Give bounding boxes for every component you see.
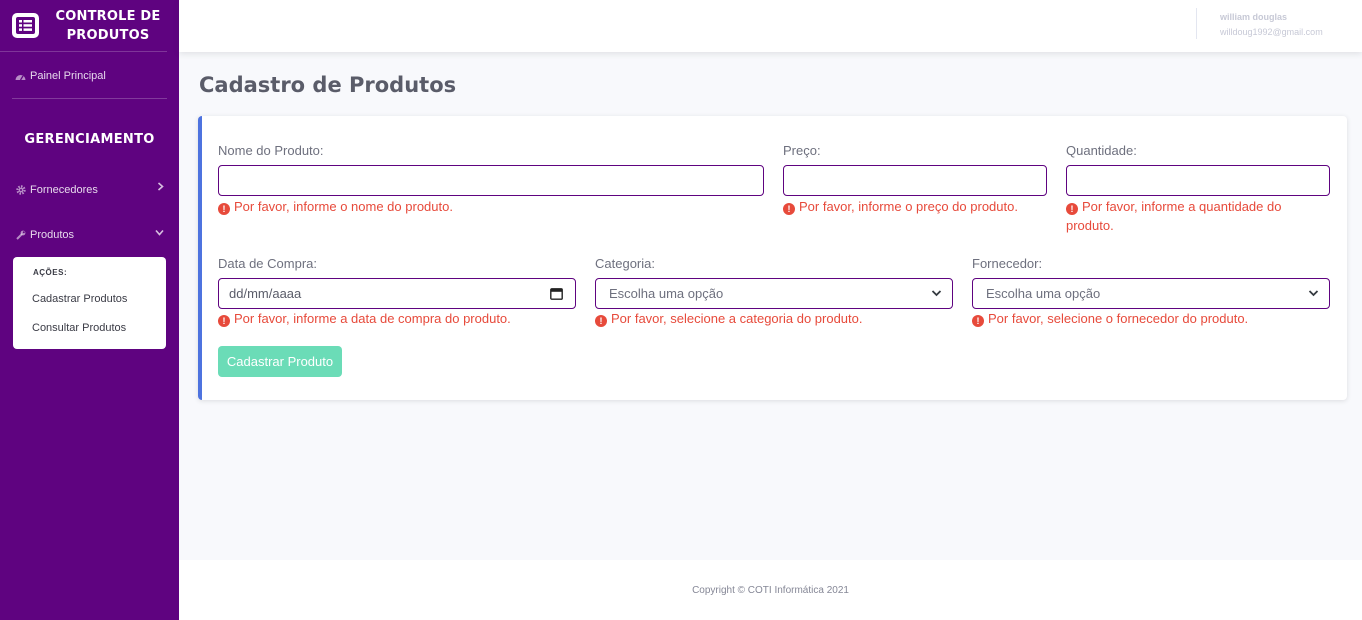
nome-error-text: Por favor, informe o nome do produto.	[234, 199, 453, 214]
preco-label: Preço:	[783, 143, 821, 158]
nome-error: ! Por favor, informe o nome do produto.	[218, 197, 453, 216]
quantidade-error-text: Por favor, informe a quantidade do produ…	[1066, 199, 1282, 233]
chevron-down-icon	[931, 286, 942, 303]
quantidade-input[interactable]	[1066, 165, 1330, 196]
sidebar-item-label: Fornecedores	[30, 184, 98, 196]
categoria-label: Categoria:	[595, 256, 655, 271]
sidebar-brand[interactable]: CONTROLE DE PRODUTOS	[0, 0, 167, 52]
nome-label: Nome do Produto:	[218, 143, 324, 158]
brand-title: CONTROLE DE PRODUTOS	[53, 7, 163, 45]
data-compra-label: Data de Compra:	[218, 256, 317, 271]
exclamation-circle-icon: !	[783, 203, 795, 215]
exclamation-circle-icon: !	[218, 315, 230, 327]
categoria-error: ! Por favor, selecione a categoria do pro…	[595, 309, 863, 328]
user-name[interactable]: william douglas	[1220, 12, 1287, 22]
sidebar-item-dashboard[interactable]: Painel Principal	[0, 70, 179, 82]
calendar-icon[interactable]	[550, 287, 563, 303]
submenu-produtos: AÇÕES: Cadastrar Produtos Consultar Prod…	[13, 257, 166, 349]
categoria-select[interactable]: Escolha uma opção	[595, 278, 953, 309]
exclamation-circle-icon: !	[595, 315, 607, 327]
submenu-heading: AÇÕES:	[33, 268, 68, 277]
cog-icon	[15, 185, 26, 196]
chevron-down-icon	[1308, 286, 1319, 303]
exclamation-circle-icon: !	[972, 315, 984, 327]
list-icon	[12, 13, 39, 38]
sidebar-item-fornecedores[interactable]: Fornecedores	[0, 182, 179, 196]
topbar-divider	[1196, 8, 1197, 39]
tachometer-icon	[15, 71, 26, 82]
brand-line-2: PRODUTOS	[66, 27, 150, 43]
quantidade-error: ! Por favor, informe a quantidade do prod…	[1066, 197, 1330, 235]
quantidade-label: Quantidade:	[1066, 143, 1137, 158]
preco-error-text: Por favor, informe o preço do produto.	[799, 199, 1018, 214]
data-compra-error-text: Por favor, informe a data de compra do p…	[234, 311, 511, 326]
sidebar-divider	[12, 98, 167, 99]
sidebar-item-label: Painel Principal	[30, 70, 106, 82]
form-card	[198, 116, 1347, 400]
data-compra-error: ! Por favor, informe a data de compra do …	[218, 309, 511, 328]
fornecedor-error-text: Por favor, selecione o fornecedor do pro…	[988, 311, 1249, 326]
brand-line-1: CONTROLE DE	[55, 8, 161, 24]
cadastrar-produto-button[interactable]: Cadastrar Produto	[218, 346, 342, 377]
fornecedor-error: ! Por favor, selecione o fornecedor do pr…	[972, 309, 1248, 328]
fornecedor-label: Fornecedor:	[972, 256, 1043, 271]
sidebar: CONTROLE DE PRODUTOS Painel Principal GE…	[0, 0, 179, 620]
data-compra-input[interactable]: dd/mm/aaaa	[218, 278, 576, 309]
chevron-down-icon	[155, 227, 164, 239]
exclamation-circle-icon: !	[218, 203, 230, 215]
categoria-selected: Escolha uma opção	[609, 286, 724, 301]
nome-input[interactable]	[218, 165, 764, 196]
topbar: william douglas willdoug1992@gmail.com	[179, 0, 1362, 52]
preco-error: ! Por favor, informe o preço do produto.	[783, 197, 1018, 216]
chevron-right-icon	[157, 182, 164, 194]
sidebar-item-label: Produtos	[30, 229, 75, 241]
preco-input[interactable]	[783, 165, 1047, 196]
footer: Copyright © COTI Informática 2021	[179, 560, 1362, 620]
wrench-icon	[15, 230, 26, 241]
submenu-item-cadastrar-produtos[interactable]: Cadastrar Produtos	[13, 293, 127, 305]
fornecedor-selected: Escolha uma opção	[986, 286, 1101, 301]
footer-copyright: Copyright © COTI Informática 2021	[692, 585, 849, 596]
fornecedor-select[interactable]: Escolha uma opção	[972, 278, 1330, 309]
submenu-item-consultar-produtos[interactable]: Consultar Produtos	[13, 322, 126, 334]
categoria-error-text: Por favor, selecione a categoria do prod…	[611, 311, 863, 326]
exclamation-circle-icon: !	[1066, 203, 1078, 215]
sidebar-item-produtos[interactable]: Produtos	[0, 229, 179, 241]
sidebar-section-heading: GERENCIAMENTO	[24, 132, 155, 147]
user-email[interactable]: willdoug1992@gmail.com	[1220, 27, 1323, 37]
data-compra-placeholder: dd/mm/aaaa	[229, 286, 302, 301]
page-title: Cadastro de Produtos	[199, 73, 457, 97]
